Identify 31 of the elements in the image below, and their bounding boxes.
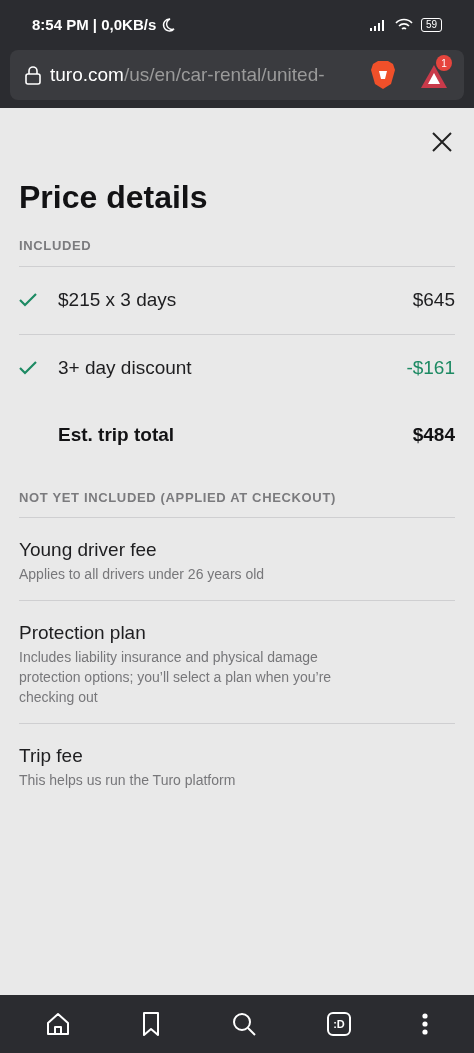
tabs-button[interactable]: :D — [327, 1012, 351, 1036]
fee-title: Young driver fee — [19, 538, 158, 562]
fee-description: This helps us run the Turo platform — [19, 771, 237, 790]
fee-description: Includes liability insurance and physical damage protection options; you’ll select a plan when you’re checking out — [19, 648, 333, 707]
check-icon — [19, 293, 37, 307]
dialog-title: Price details — [19, 178, 208, 216]
fee-description: Applies to all drivers under 26 years old — [19, 565, 266, 584]
wifi-icon — [394, 18, 413, 32]
search-icon[interactable] — [231, 1011, 257, 1037]
close-icon[interactable] — [432, 132, 452, 152]
line-item-label: $215 x 3 days — [58, 287, 178, 312]
fee-title: Trip fee — [19, 744, 84, 768]
home-icon[interactable] — [45, 1011, 71, 1037]
total-label: Est. trip total — [58, 423, 176, 448]
signal-icon — [368, 19, 387, 31]
line-item-label: 3+ day discount — [58, 355, 193, 380]
lock-icon[interactable] — [24, 65, 42, 85]
section-heading: INCLUDED — [19, 237, 93, 255]
moon-icon — [160, 17, 177, 33]
more-icon[interactable] — [421, 1012, 429, 1036]
notification-badge: 1 — [436, 55, 452, 71]
fee-title: Protection plan — [19, 621, 147, 645]
url-field[interactable]: turo.com/us/en/car-rental/united- — [50, 60, 350, 90]
line-item-amount: $645 — [412, 287, 455, 312]
line-item-amount: -$161 — [406, 355, 455, 380]
check-icon — [19, 361, 37, 375]
status-time: 8:54 PM | 0,0KB/s — [32, 14, 157, 35]
battery-indicator: 59 — [420, 18, 442, 32]
bookmark-icon[interactable] — [141, 1011, 161, 1037]
section-heading: NOT YET INCLUDED (APPLIED AT CHECKOUT) — [19, 488, 337, 507]
total-amount: $484 — [412, 423, 455, 448]
